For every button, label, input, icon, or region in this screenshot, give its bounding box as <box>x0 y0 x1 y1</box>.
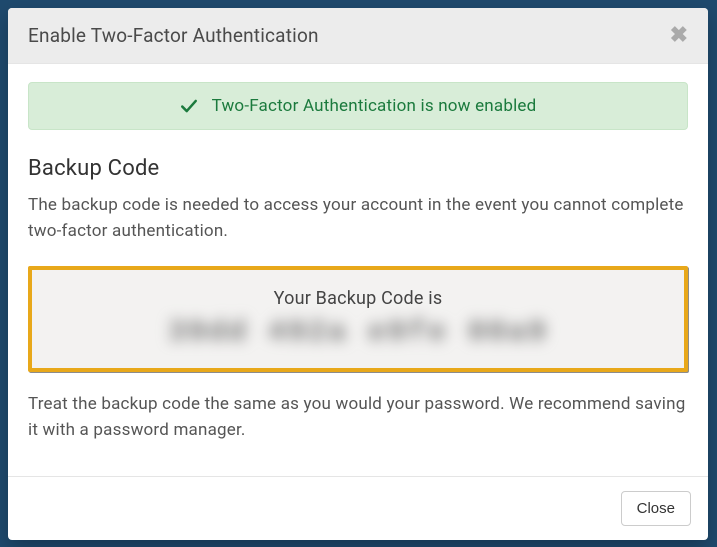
modal-body: Two-Factor Authentication is now enabled… <box>8 64 708 476</box>
modal-header: Enable Two-Factor Authentication ✖ <box>8 8 708 64</box>
two-factor-modal: Enable Two-Factor Authentication ✖ Two-F… <box>8 8 708 540</box>
intro-text: The backup code is needed to access your… <box>28 193 688 244</box>
check-icon <box>180 97 198 115</box>
alert-text: Two-Factor Authentication is now enabled <box>212 96 537 116</box>
alert-success: Two-Factor Authentication is now enabled <box>28 82 688 130</box>
backup-code-box: Your Backup Code is 39dd 492a e9fe 00a9 <box>28 266 688 372</box>
backup-code-value: 39dd 492a e9fe 00a9 <box>44 317 672 350</box>
post-text: Treat the backup code the same as you wo… <box>28 392 688 443</box>
code-label: Your Backup Code is <box>44 288 672 309</box>
modal-footer: Close <box>8 476 708 540</box>
section-title: Backup Code <box>28 156 688 181</box>
close-button[interactable]: Close <box>621 491 691 526</box>
modal-title: Enable Two-Factor Authentication <box>28 24 319 47</box>
close-icon[interactable]: ✖ <box>670 25 688 47</box>
